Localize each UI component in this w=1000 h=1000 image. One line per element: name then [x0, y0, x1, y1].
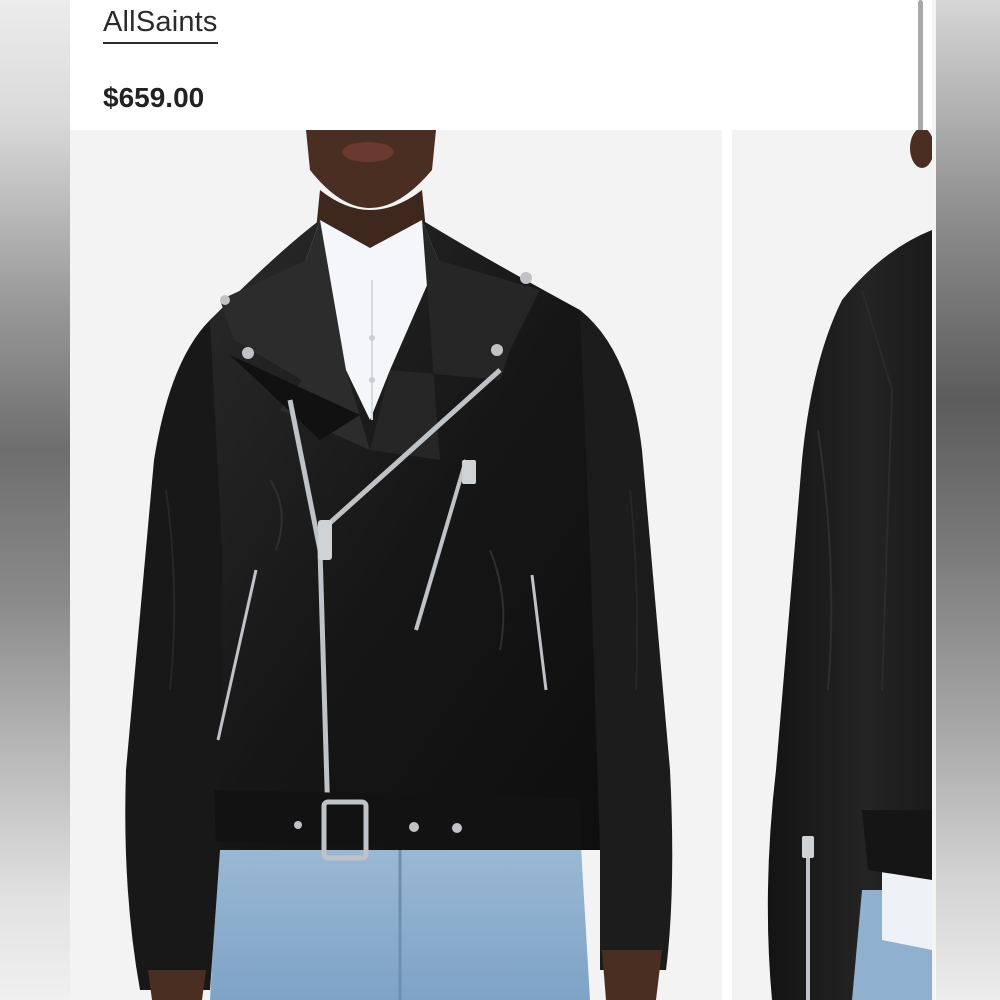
image-carousel[interactable] — [70, 130, 932, 1000]
product-header: AllSaints $659.00 — [70, 0, 932, 130]
product-price: $659.00 — [103, 82, 205, 113]
product-image-side[interactable] — [732, 130, 932, 1000]
divider — [932, 0, 936, 1000]
left-backdrop — [0, 0, 70, 1000]
brand-link[interactable]: AllSaints — [103, 4, 218, 44]
jacket-front-illustration — [125, 130, 673, 1000]
product-image-front[interactable] — [70, 130, 722, 1000]
right-backdrop — [932, 0, 1000, 1000]
jacket-side-illustration — [767, 130, 932, 1000]
